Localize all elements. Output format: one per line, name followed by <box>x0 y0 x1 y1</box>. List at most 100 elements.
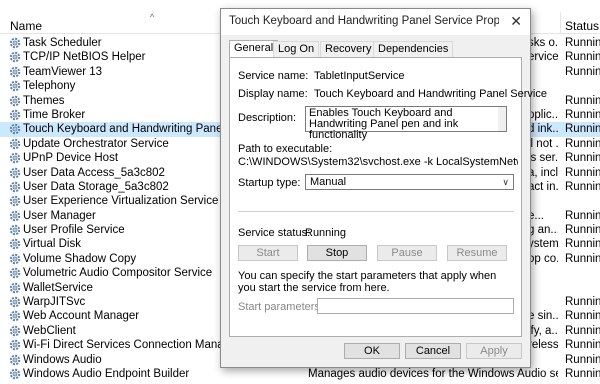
service-gear-icon <box>9 253 21 265</box>
service-gear-icon <box>9 109 21 121</box>
service-description: ll not ... <box>528 137 558 150</box>
service-status: Running <box>565 65 600 78</box>
service-status: Running <box>565 123 600 136</box>
description-box[interactable]: Enables Touch Keyboard and Handwriting P… <box>305 106 507 141</box>
start-params-label: Start parameters: <box>238 301 323 313</box>
service-gear-icon <box>9 167 21 179</box>
service-gear-icon <box>9 181 21 193</box>
tab-log-on[interactable]: Log On <box>273 41 320 57</box>
service-name: WalletService <box>23 281 93 294</box>
service-name: Update Orchestrator Service <box>23 137 169 150</box>
tab-recovery[interactable]: Recovery <box>320 41 377 57</box>
service-status: Running <box>565 224 600 237</box>
startup-type-select[interactable]: Manual ∨ <box>305 174 514 190</box>
service-status: Running <box>565 367 600 380</box>
service-name: UPnP Device Host <box>23 152 119 165</box>
service-name: Volumetric Audio Compositor Service <box>23 267 213 280</box>
cancel-button[interactable]: Cancel <box>405 343 461 359</box>
service-status: Running <box>565 37 600 49</box>
service-status-value: Running <box>305 227 346 239</box>
service-description: e... <box>528 209 544 222</box>
sort-ascending-icon: ^ <box>150 12 155 22</box>
service-status: Running <box>565 296 600 309</box>
service-status: Running <box>565 166 600 179</box>
start-params-input[interactable] <box>317 298 514 314</box>
service-gear-icon <box>9 66 21 78</box>
service-name: User Experience Virtualization Service <box>23 195 219 208</box>
dialog-titlebar[interactable]: Touch Keyboard and Handwriting Panel Ser… <box>221 9 530 35</box>
service-name: WebClient <box>23 324 76 337</box>
service-gear-icon <box>9 354 21 366</box>
service-gear-icon <box>9 224 21 236</box>
service-description: a, incl... <box>528 166 558 179</box>
separator <box>238 211 514 212</box>
display-name-label: Display name: <box>238 88 308 100</box>
path-value: C:\WINDOWS\System32\svchost.exe -k Local… <box>238 156 518 168</box>
service-status: Running <box>565 238 600 251</box>
service-gear-icon <box>9 325 21 337</box>
service-row[interactable]: Windows Audio Endpoint Builder Manages au… <box>0 367 600 381</box>
service-gear-icon <box>9 282 21 294</box>
service-status: Running <box>565 180 600 193</box>
service-status: Running <box>565 353 600 366</box>
service-description: is ser... <box>528 152 558 165</box>
service-status-label: Service status: <box>238 227 311 239</box>
display-name-value: Touch Keyboard and Handwriting Panel Ser… <box>314 88 547 100</box>
column-divider[interactable] <box>560 12 561 34</box>
description-text: Enables Touch Keyboard and Handwriting P… <box>309 107 459 141</box>
service-gear-icon <box>9 238 21 250</box>
service-gear-icon <box>9 37 21 49</box>
service-status: Running <box>565 252 600 265</box>
service-name: User Data Storage_5a3c802 <box>23 180 169 193</box>
service-status: Running <box>565 51 600 64</box>
service-description: act in... <box>528 180 558 193</box>
service-name: Task Scheduler <box>23 37 102 49</box>
service-name-value: TabletInputService <box>314 70 405 82</box>
start-button[interactable]: Start <box>238 245 298 261</box>
service-gear-icon <box>9 339 21 351</box>
service-name: TeamViewer 13 <box>23 65 103 78</box>
service-name: Web Account Manager <box>23 310 140 323</box>
service-description: op co... <box>528 252 558 265</box>
startup-type-label: Startup type: <box>238 177 301 189</box>
service-name: Time Broker <box>23 108 86 121</box>
close-icon[interactable]: ✕ <box>510 13 522 30</box>
service-description: pplic... <box>528 108 558 121</box>
column-header-name[interactable]: Name <box>10 19 42 33</box>
pause-button[interactable]: Pause <box>377 245 437 261</box>
service-status: Running <box>565 339 600 352</box>
resume-button[interactable]: Resume <box>447 245 507 261</box>
general-tab-panel: Service name: TabletInputService Display… <box>229 57 547 337</box>
service-name: Windows Audio Endpoint Builder <box>23 367 190 380</box>
service-name: Volume Shadow Copy <box>23 252 137 265</box>
tab-dependencies[interactable]: Dependencies <box>373 41 454 57</box>
service-name: Virtual Disk <box>23 238 81 251</box>
description-scrollbar[interactable] <box>498 107 506 131</box>
service-gear-icon <box>9 80 21 92</box>
column-header-status[interactable]: Status <box>565 19 599 33</box>
service-gear-icon <box>9 51 21 63</box>
service-gear-icon <box>9 368 21 380</box>
service-gear-icon <box>9 210 21 222</box>
tab-general[interactable]: General <box>229 40 279 58</box>
description-label: Description: <box>238 112 297 124</box>
service-description: ervice... <box>528 51 558 64</box>
service-name: Telephony <box>23 80 76 93</box>
stop-button[interactable]: Stop <box>307 245 367 261</box>
service-status: Running <box>565 108 600 121</box>
service-name-label: Service name: <box>238 70 309 82</box>
service-gear-icon <box>9 296 21 308</box>
apply-button[interactable]: Apply <box>466 343 522 359</box>
service-name: Windows Audio <box>23 353 102 366</box>
start-params-help: You can specify the start parameters tha… <box>238 270 497 294</box>
service-description: reless... <box>528 339 558 352</box>
service-name: User Data Access_5a3c802 <box>23 166 165 179</box>
service-description: e sin... <box>528 310 558 323</box>
service-description: g an... <box>528 224 558 237</box>
service-gear-icon <box>9 310 21 322</box>
service-status: Running <box>565 310 600 323</box>
service-gear-icon <box>9 152 21 164</box>
ok-button[interactable]: OK <box>344 343 400 359</box>
service-description: d ink... <box>528 123 558 136</box>
service-name: User Manager <box>23 209 96 222</box>
